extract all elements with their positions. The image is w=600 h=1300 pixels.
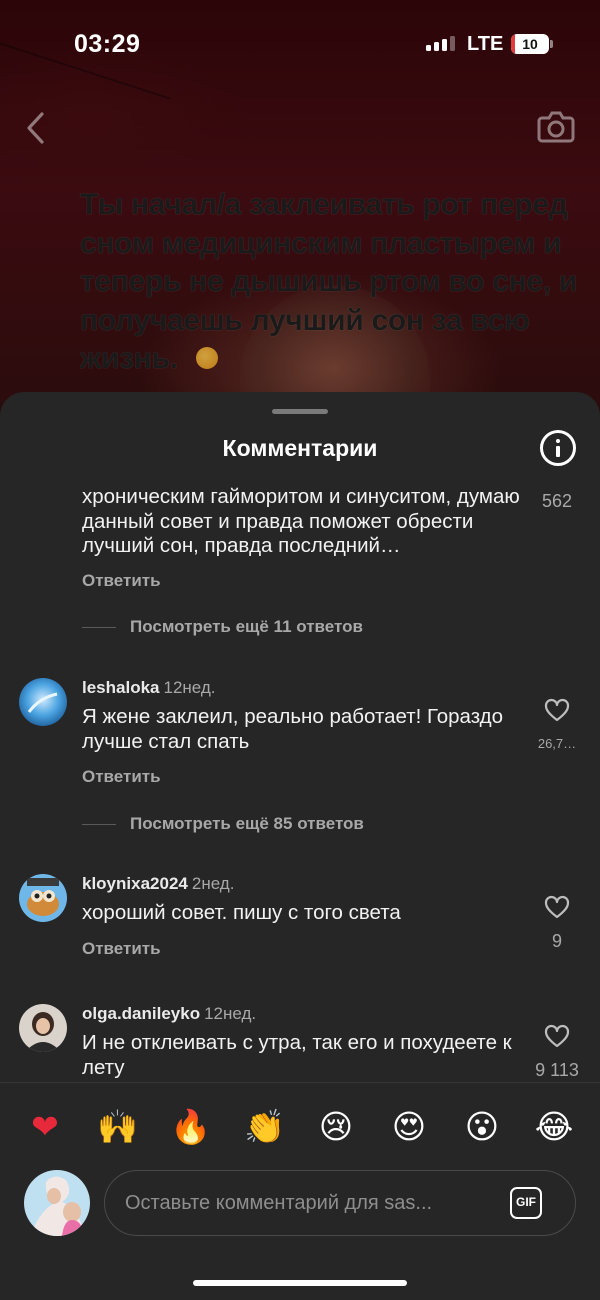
- reply-button[interactable]: Ответить: [82, 939, 161, 959]
- sheet-drag-handle[interactable]: [272, 409, 328, 414]
- username[interactable]: kloynixa2024: [82, 874, 188, 893]
- username[interactable]: olga.danileyko: [82, 1004, 200, 1023]
- fire-emoji-button[interactable]: 🔥: [170, 1107, 211, 1147]
- battery-icon: 10: [511, 34, 549, 54]
- cellular-signal-icon: [426, 35, 455, 51]
- like-count: 562: [541, 491, 573, 511]
- surprised-face-emoji-button[interactable]: 😮: [462, 1107, 502, 1147]
- avatar[interactable]: [19, 874, 67, 922]
- heart-emoji-button[interactable]: ❤: [25, 1107, 65, 1147]
- battery-level: 10: [522, 36, 538, 52]
- laughing-face-emoji-button[interactable]: 😂: [534, 1107, 574, 1147]
- view-more-replies-label: Посмотреть ещё 85 ответов: [130, 814, 364, 833]
- comment-meta: leshaloka 12нед.: [82, 678, 216, 698]
- comment-time: 2нед.: [191, 874, 235, 893]
- comment-text: хороший совет. пишу с того света: [82, 901, 401, 924]
- comment-text: Я жене заклеил, реально работает! Горазд…: [82, 705, 504, 753]
- view-more-replies-label: Посмотреть ещё 11 ответов: [130, 617, 363, 636]
- gif-button[interactable]: GIF: [510, 1187, 542, 1219]
- heart-outline-icon[interactable]: [544, 1024, 570, 1048]
- avatar[interactable]: [19, 1004, 67, 1052]
- like-count: 26,7…: [537, 736, 577, 751]
- info-icon[interactable]: [540, 430, 576, 466]
- crying-face-emoji-button[interactable]: 😢: [316, 1107, 356, 1147]
- camera-icon[interactable]: [536, 106, 576, 146]
- divider: [82, 823, 116, 825]
- heart-outline-icon[interactable]: [544, 698, 570, 722]
- like-count: 9 113: [535, 1060, 579, 1080]
- reply-button[interactable]: Ответить: [82, 767, 161, 787]
- comment-text: И не отклеивать с утра, так его и похуде…: [82, 1031, 512, 1079]
- divider: [82, 626, 116, 628]
- raising-hands-emoji-button[interactable]: 🙌: [97, 1107, 138, 1147]
- comment-input[interactable]: [104, 1170, 576, 1236]
- comment-list[interactable]: хроническим гайморитом и синуситом, дума…: [0, 482, 600, 1080]
- comment-text: хроническим гайморитом и синуситом, дума…: [82, 485, 520, 557]
- heart-outline-icon[interactable]: [544, 895, 570, 919]
- reply-button[interactable]: Ответить: [82, 571, 161, 591]
- comment-time: 12нед.: [204, 1004, 257, 1023]
- comment-time: 12нед.: [163, 678, 216, 697]
- comment-meta: olga.danileyko 12нед.: [82, 1004, 256, 1024]
- sheet-title: Комментарии: [222, 435, 378, 461]
- like-count: 9: [551, 931, 562, 951]
- comments-sheet: Комментарии хроническим гайморитом и син…: [0, 392, 600, 1300]
- network-type: LTE: [467, 33, 504, 55]
- reel-caption: Ты начал/а заклеивать рот перед сном мед…: [80, 188, 578, 375]
- comment-meta: kloynixa2024 2нед.: [82, 874, 234, 894]
- my-avatar: [24, 1170, 90, 1236]
- chevron-left-icon[interactable]: [22, 108, 56, 148]
- battery-tip: [550, 40, 553, 48]
- heart-eyes-emoji-button[interactable]: 😍: [389, 1107, 429, 1147]
- view-more-replies[interactable]: Посмотреть ещё 85 ответов: [82, 814, 364, 834]
- avatar[interactable]: [19, 678, 67, 726]
- view-more-replies[interactable]: Посмотреть ещё 11 ответов: [82, 617, 363, 637]
- home-indicator: [193, 1280, 407, 1286]
- emoji-reaction-bar: ❤ 🙌 🔥 👏 😢 😍 😮 😂: [0, 1082, 600, 1162]
- status-time: 03:29: [74, 30, 141, 58]
- username[interactable]: leshaloka: [82, 678, 160, 697]
- sleepy-face-icon: [196, 347, 218, 369]
- clapping-hands-emoji-button[interactable]: 👏: [244, 1107, 285, 1147]
